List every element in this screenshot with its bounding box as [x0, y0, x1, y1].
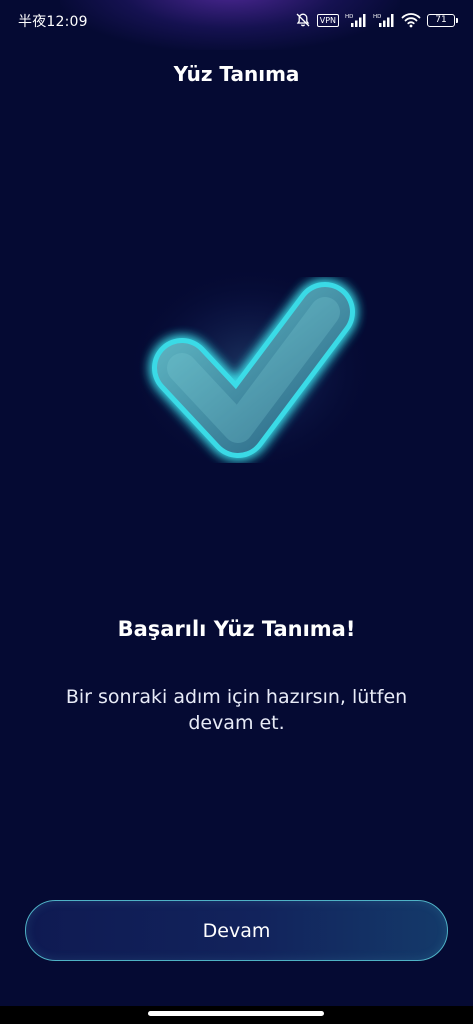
success-description: Bir sonraki adım için hazırsın, lütfen d… — [65, 686, 408, 734]
continue-button-label: Devam — [202, 919, 271, 942]
face-recognition-success-screen: 半夜12:09 VPN HD HD 71 Yüz Tanıma Başarılı… — [0, 0, 473, 1024]
battery-level: 71 — [435, 15, 447, 25]
status-time: 半夜12:09 — [18, 14, 88, 30]
status-icons: VPN HD HD 71 — [295, 10, 458, 30]
battery-icon: 71 — [427, 13, 458, 27]
wifi-icon — [401, 12, 421, 28]
svg-text:HD: HD — [345, 14, 353, 20]
bell-off-icon — [295, 12, 311, 28]
success-title: Başarılı Yüz Tanıma! — [117, 617, 356, 641]
signal-hd-icon: HD — [345, 12, 367, 28]
svg-text:HD: HD — [373, 14, 381, 20]
vpn-icon: VPN — [316, 13, 339, 27]
signal-hd-icon: HD — [373, 12, 395, 28]
check-icon — [120, 250, 380, 480]
home-indicator[interactable] — [148, 1011, 324, 1016]
page-title: Yüz Tanıma — [173, 62, 300, 86]
continue-button[interactable]: Devam — [25, 900, 448, 961]
system-nav-bar — [0, 1006, 473, 1024]
status-bar: 半夜12:09 VPN HD HD 71 — [0, 0, 473, 40]
